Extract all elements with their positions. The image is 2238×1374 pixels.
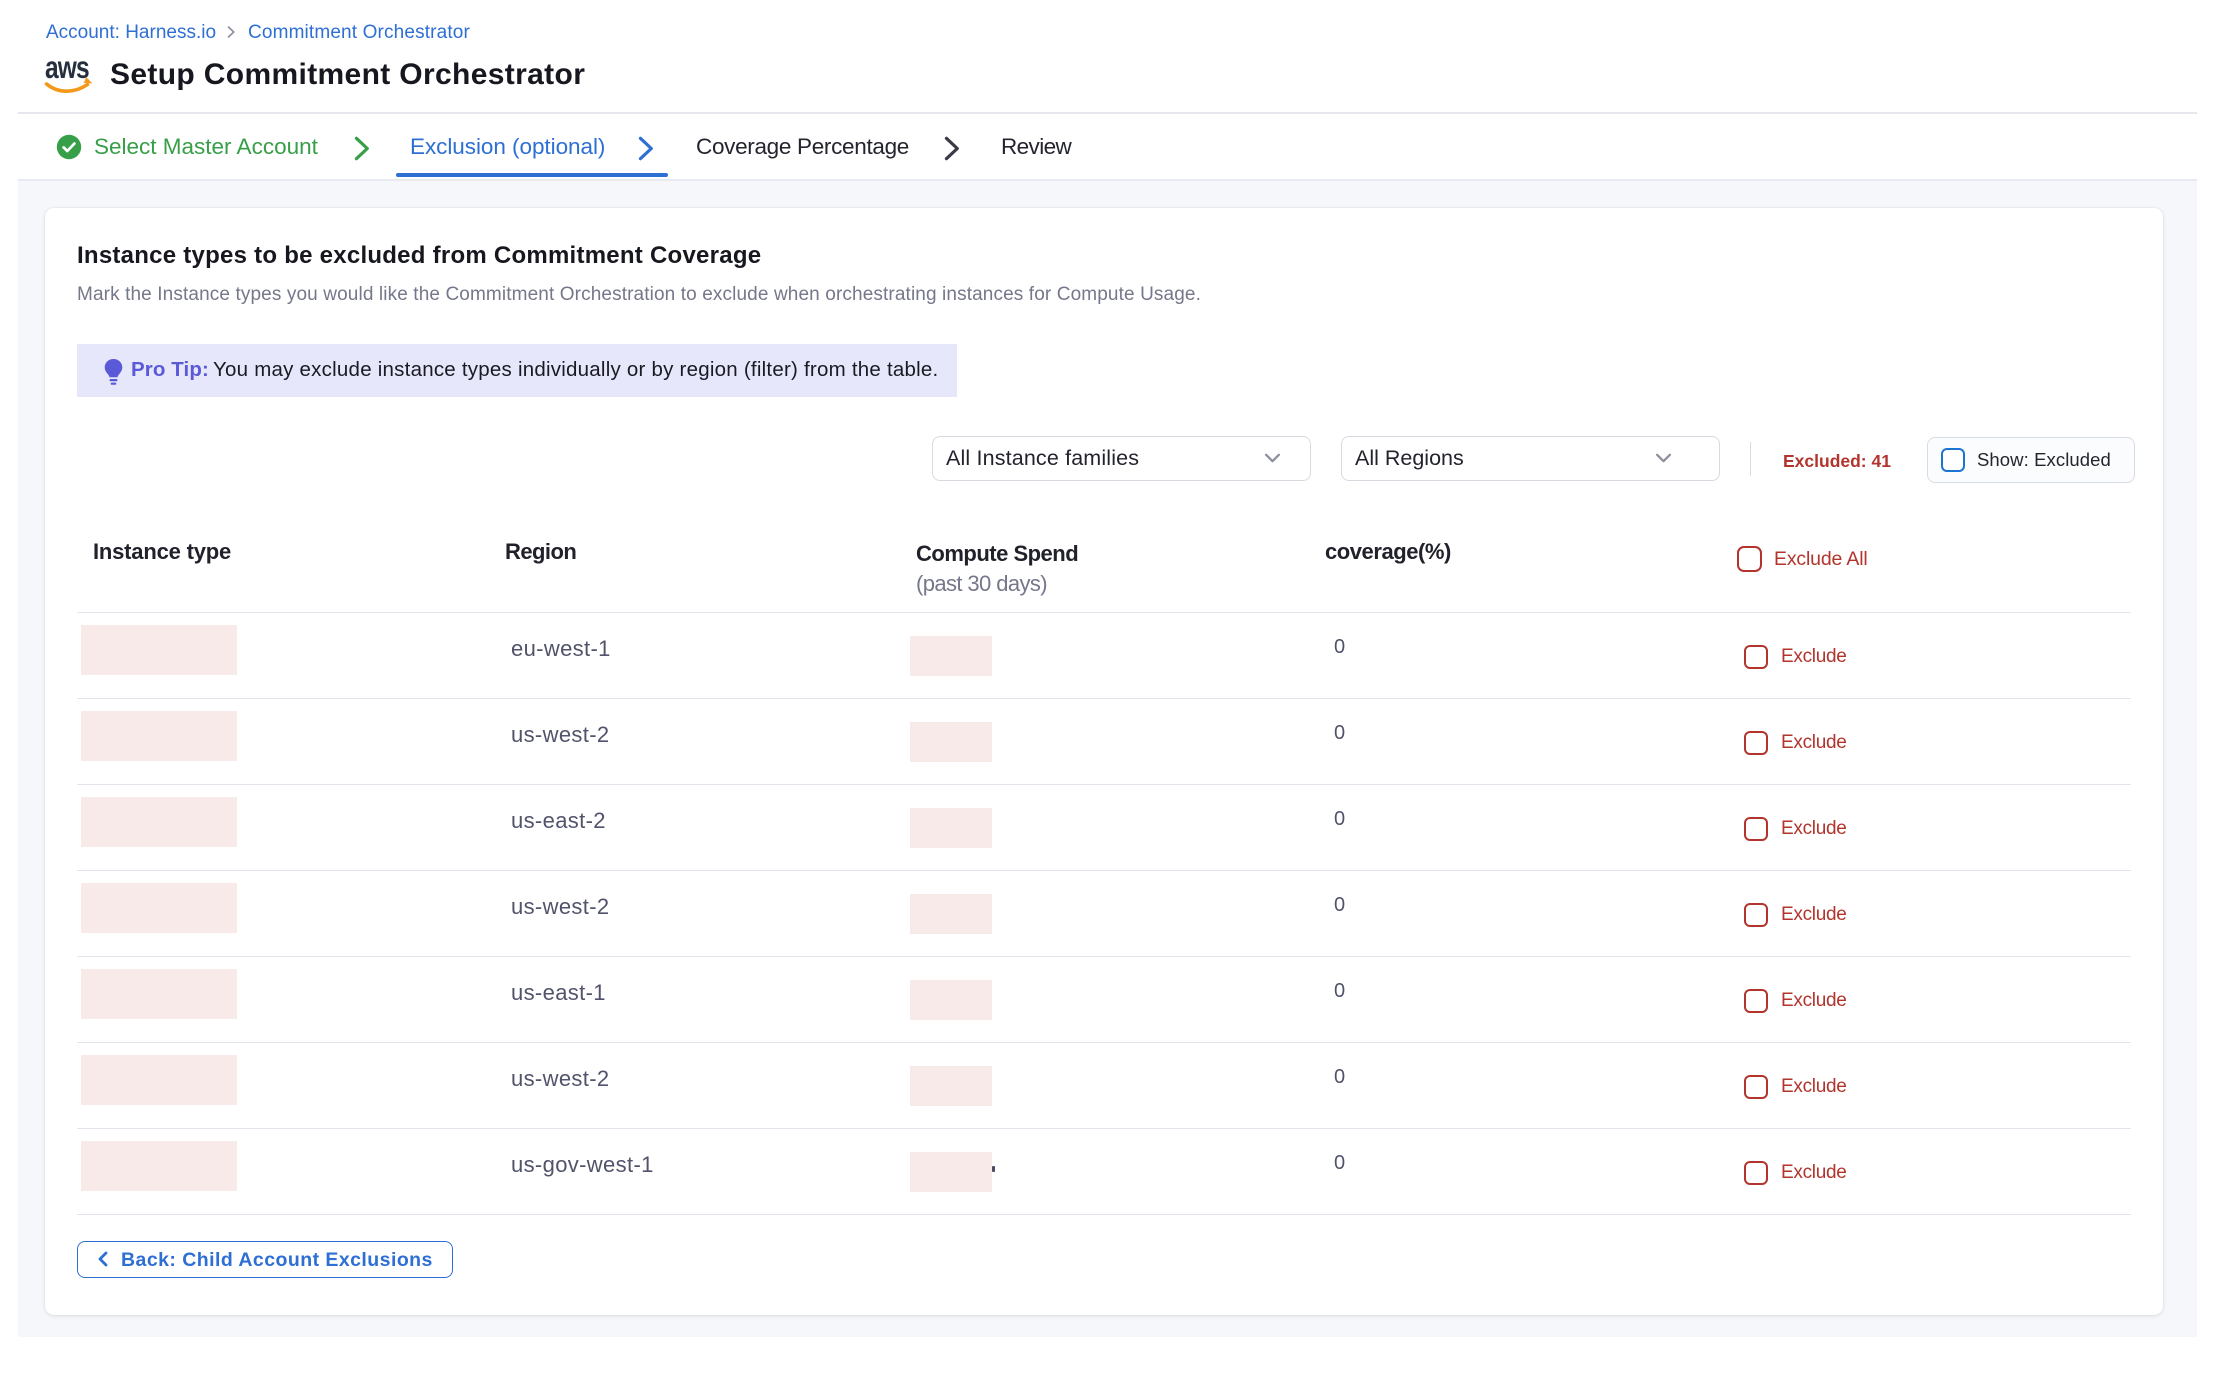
svg-text:aws: aws — [45, 59, 89, 85]
